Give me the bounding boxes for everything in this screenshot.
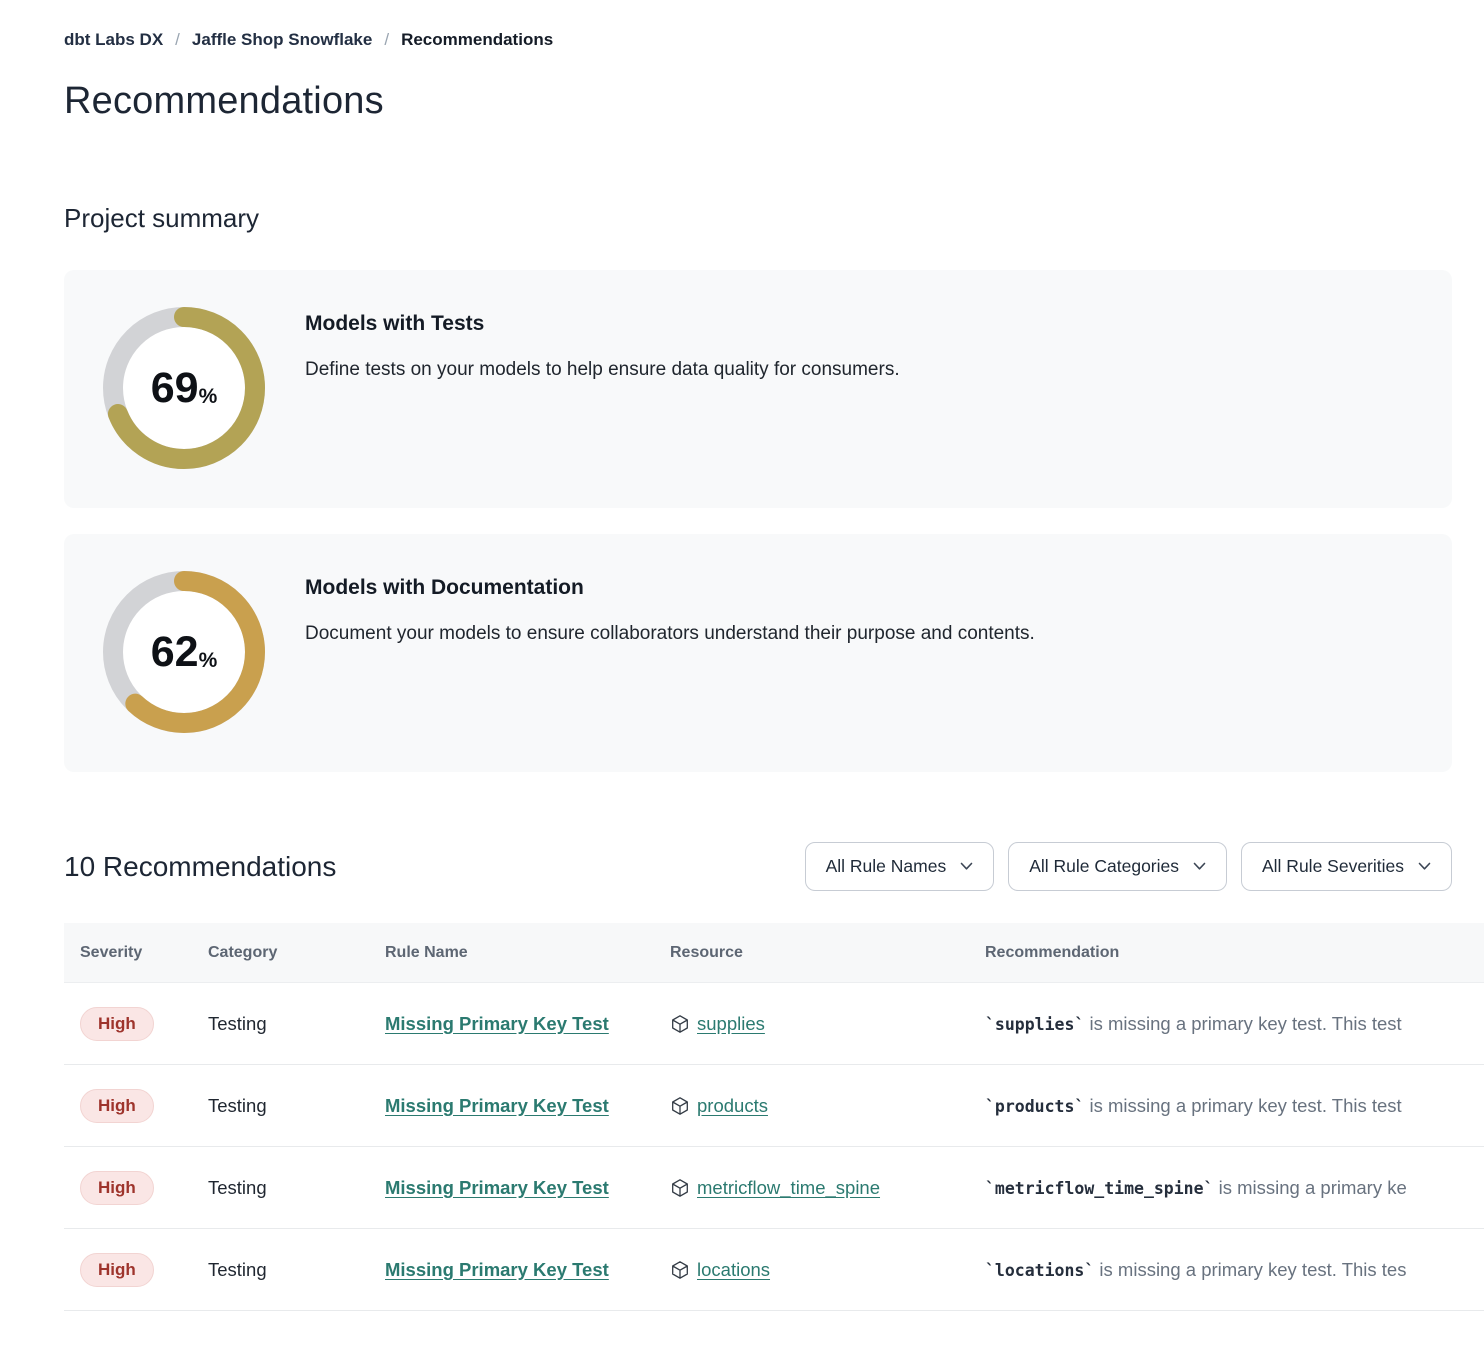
filter-bar: All Rule Names All Rule Categories All R… [805,842,1452,891]
docs-percent-label: 62% [103,571,265,733]
severity-badge: High [80,1007,154,1041]
tests-percent-value: 69 [151,367,199,410]
docs-card-description: Document your models to ensure collabora… [305,623,1035,645]
docs-percent-value: 62 [151,631,199,674]
filter-rule-severities-dropdown[interactable]: All Rule Severities [1241,842,1452,891]
resource-link[interactable]: locations [697,1259,770,1281]
table-row: High Testing Missing Primary Key Test lo… [64,1229,1484,1311]
column-header-resource: Resource [654,944,969,962]
column-header-category: Category [192,944,369,962]
filter-rule-names-label: All Rule Names [826,856,947,877]
resource-code: `locations` [985,1261,1094,1280]
recommendation-cell: `products` is missing a primary key test… [969,1095,1484,1117]
recommendations-header: 10 Recommendations All Rule Names All Ru… [64,842,1452,891]
tests-card-description: Define tests on your models to help ensu… [305,359,900,381]
recommendation-text: is missing a primary key test. This tes [1094,1259,1406,1280]
docs-donut-chart: 62% [103,571,265,733]
severity-badge: High [80,1089,154,1123]
filter-rule-names-dropdown[interactable]: All Rule Names [805,842,995,891]
category-cell: Testing [192,1095,369,1117]
table-header-row: Severity Category Rule Name Resource Rec… [64,923,1484,983]
summary-card-models-with-documentation: 62% Models with Documentation Document y… [64,534,1452,772]
category-cell: Testing [192,1259,369,1281]
table-row: High Testing Missing Primary Key Test su… [64,983,1484,1065]
resource-link[interactable]: products [697,1095,768,1117]
recommendations-page: dbt Labs DX / Jaffle Shop Snowflake / Re… [0,30,1484,1311]
model-cube-icon [670,1014,690,1034]
category-cell: Testing [192,1013,369,1035]
resource-code: `metricflow_time_spine` [985,1179,1213,1198]
docs-percent-sign: % [199,650,218,671]
resource-code: `products` [985,1097,1084,1116]
filter-rule-severities-label: All Rule Severities [1262,856,1404,877]
breadcrumb: dbt Labs DX / Jaffle Shop Snowflake / Re… [64,30,1484,50]
summary-card-models-with-tests: 69% Models with Tests Define tests on yo… [64,270,1452,508]
tests-card-title: Models with Tests [305,312,484,336]
column-header-recommendation: Recommendation [969,944,1484,962]
filter-rule-categories-dropdown[interactable]: All Rule Categories [1008,842,1227,891]
tests-donut-chart: 69% [103,307,265,469]
model-cube-icon [670,1178,690,1198]
resource-link[interactable]: supplies [697,1013,765,1035]
recommendations-table: Severity Category Rule Name Resource Rec… [64,923,1484,1311]
rule-name-link[interactable]: Missing Primary Key Test [385,1095,609,1116]
resource-link[interactable]: metricflow_time_spine [697,1177,880,1199]
rule-name-link[interactable]: Missing Primary Key Test [385,1013,609,1034]
chevron-down-icon [1418,862,1431,871]
recommendation-text: is missing a primary key test. This test [1084,1095,1401,1116]
rule-name-link[interactable]: Missing Primary Key Test [385,1259,609,1280]
project-summary-heading: Project summary [64,203,1484,234]
tests-percent-label: 69% [103,307,265,469]
docs-card-title: Models with Documentation [305,576,584,600]
severity-badge: High [80,1253,154,1287]
recommendation-cell: `locations` is missing a primary key tes… [969,1259,1484,1281]
recommendation-cell: `metricflow_time_spine` is missing a pri… [969,1177,1484,1199]
breadcrumb-separator: / [175,30,180,50]
column-header-severity: Severity [64,944,192,962]
recommendations-count-heading: 10 Recommendations [64,851,336,883]
filter-rule-categories-label: All Rule Categories [1029,856,1179,877]
breadcrumb-item-account[interactable]: dbt Labs DX [64,30,163,50]
breadcrumb-item-current: Recommendations [401,30,553,50]
breadcrumb-separator: / [384,30,389,50]
table-row: High Testing Missing Primary Key Test me… [64,1147,1484,1229]
page-title: Recommendations [64,80,1484,123]
chevron-down-icon [960,862,973,871]
recommendation-cell: `supplies` is missing a primary key test… [969,1013,1484,1035]
breadcrumb-item-project[interactable]: Jaffle Shop Snowflake [192,30,372,50]
model-cube-icon [670,1096,690,1116]
chevron-down-icon [1193,862,1206,871]
column-header-rule-name: Rule Name [369,944,654,962]
category-cell: Testing [192,1177,369,1199]
table-row: High Testing Missing Primary Key Test pr… [64,1065,1484,1147]
recommendation-text: is missing a primary key test. This test [1084,1013,1401,1034]
resource-code: `supplies` [985,1015,1084,1034]
tests-percent-sign: % [199,386,218,407]
rule-name-link[interactable]: Missing Primary Key Test [385,1177,609,1198]
model-cube-icon [670,1260,690,1280]
recommendation-text: is missing a primary ke [1213,1177,1406,1198]
severity-badge: High [80,1171,154,1205]
